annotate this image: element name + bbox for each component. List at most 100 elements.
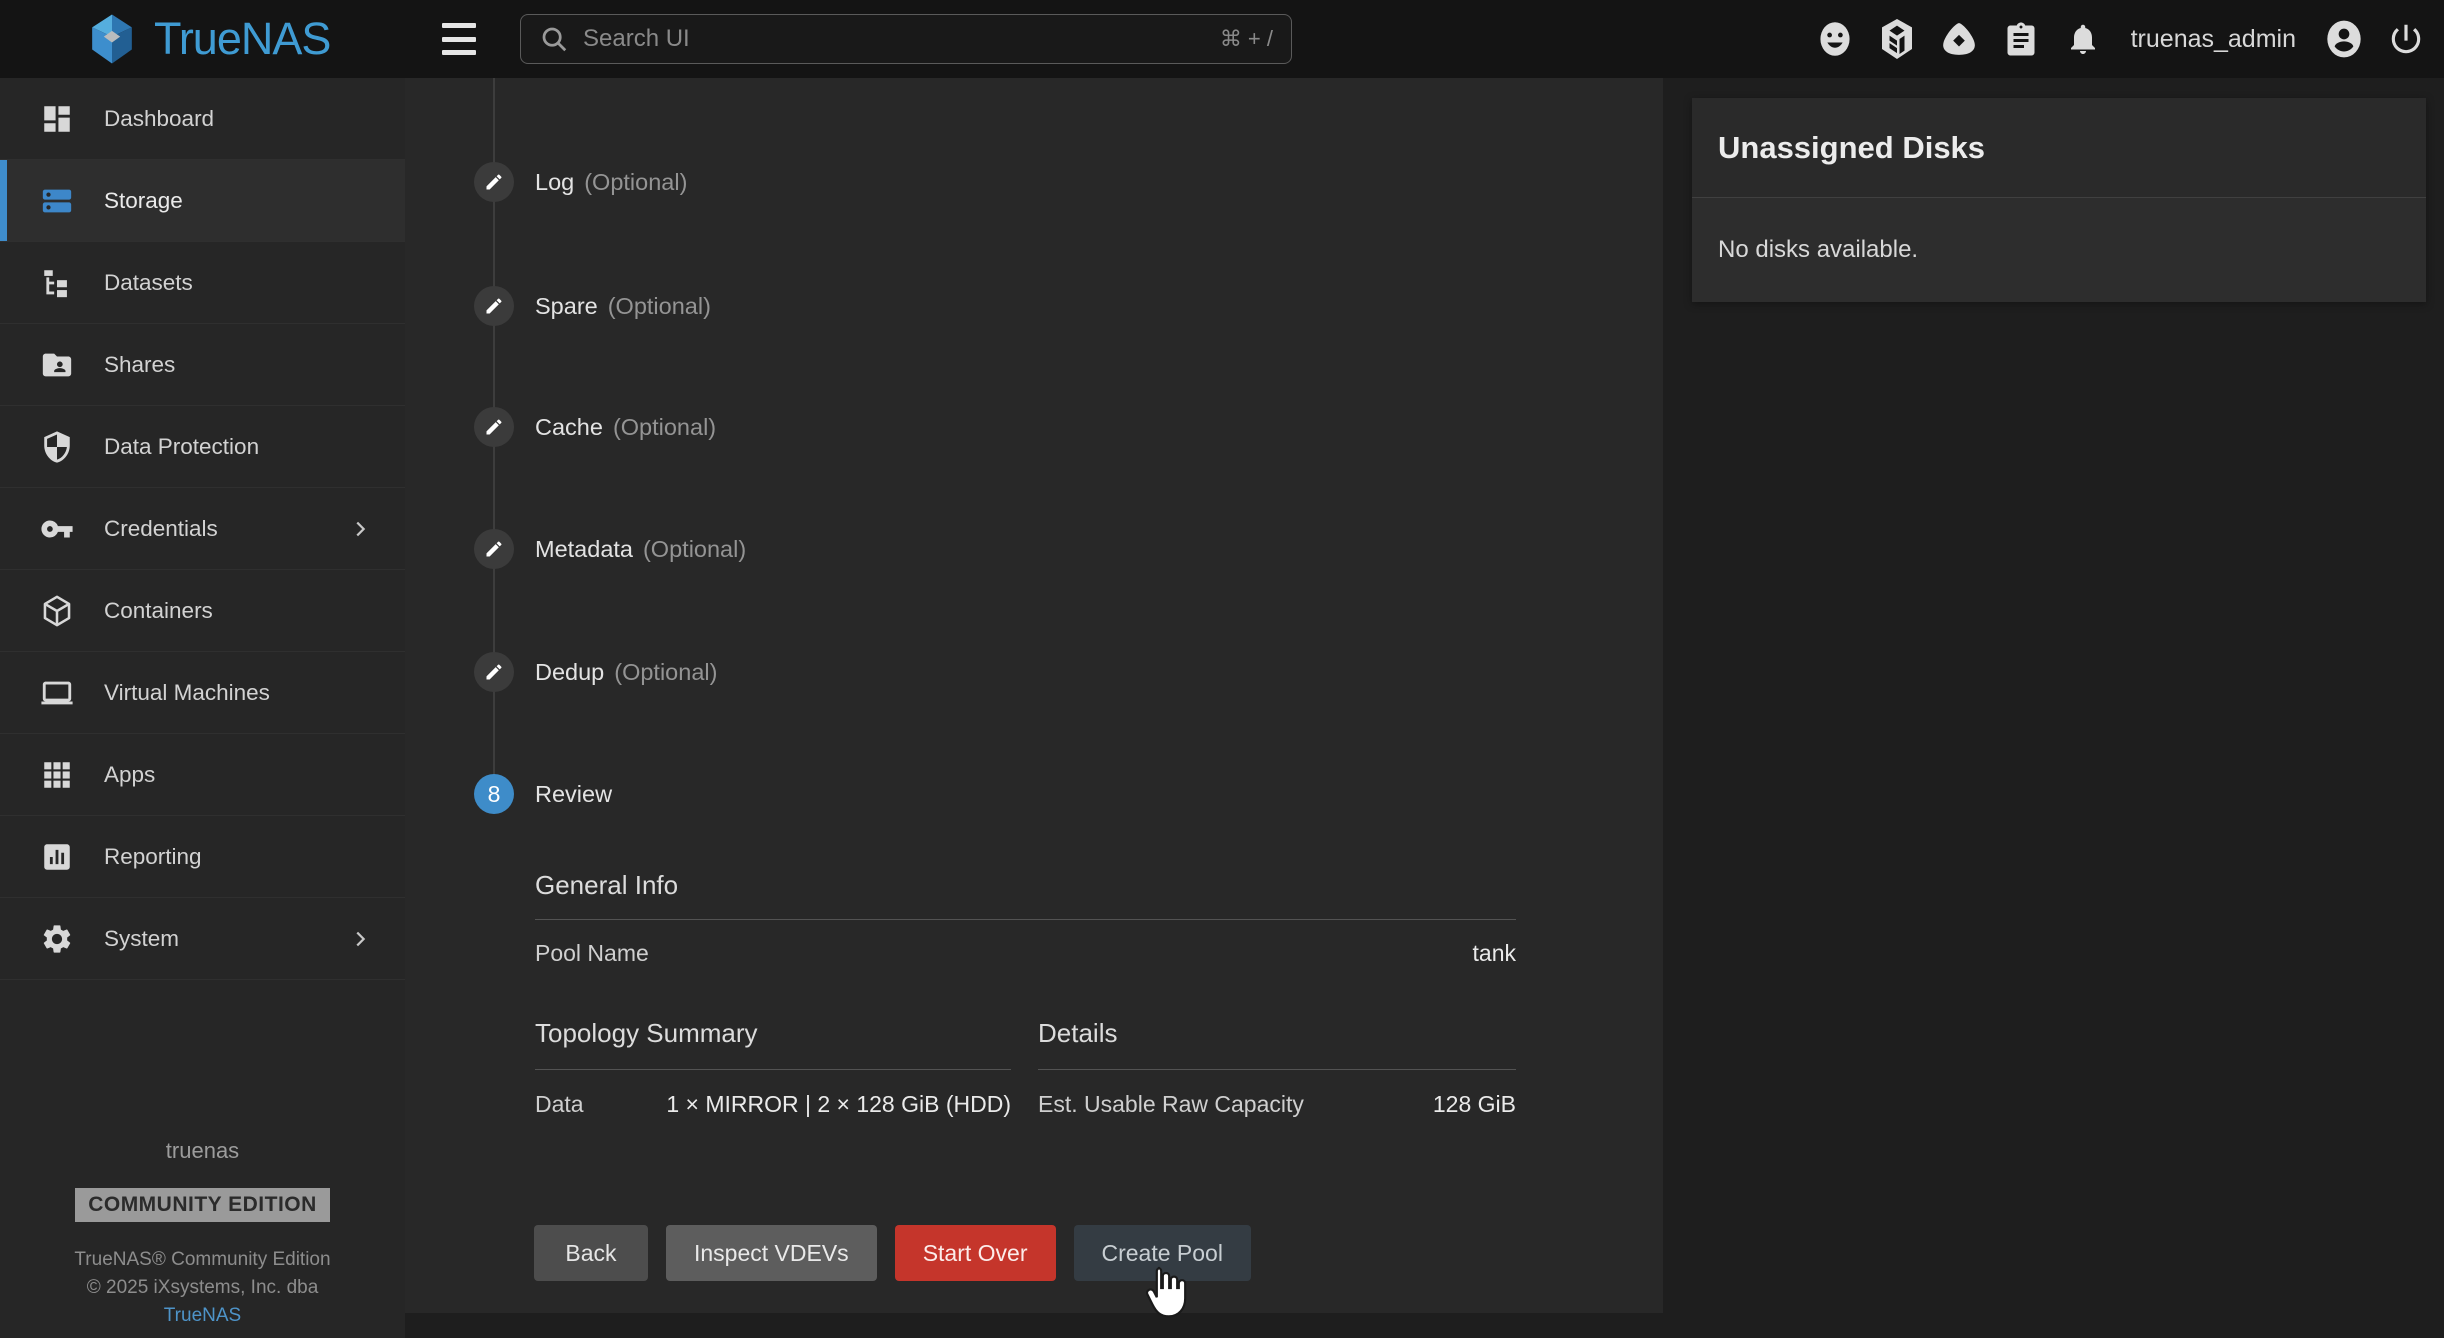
sidebar-item-label: Containers	[104, 598, 213, 624]
general-info-heading: General Info	[535, 870, 678, 901]
search-input[interactable]	[583, 25, 1220, 53]
feedback-smiley-icon[interactable]	[1815, 19, 1855, 59]
pool-creation-wizard: Log(Optional) Spare(Optional) Cache(Opti…	[405, 78, 1663, 1313]
edition-badge: COMMUNITY EDITION	[75, 1188, 330, 1222]
truenas-logo[interactable]: TrueNAS	[84, 0, 330, 78]
sidebar-item-apps[interactable]: Apps	[0, 734, 405, 816]
sidebar-item-label: Virtual Machines	[104, 680, 270, 706]
inspect-vdevs-button[interactable]: Inspect VDEVs	[666, 1225, 877, 1281]
pool-name-row: Pool Name tank	[535, 940, 1516, 967]
chevron-right-icon	[349, 928, 371, 950]
step-label: Spare(Optional)	[535, 293, 711, 320]
sidebar-item-credentials[interactable]: Credentials	[0, 488, 405, 570]
sidebar-item-storage[interactable]: Storage	[0, 160, 405, 242]
sidebar-item-label: Datasets	[104, 270, 193, 296]
shared-folder-icon	[37, 345, 77, 385]
edit-pencil-icon[interactable]	[474, 652, 514, 692]
copyright-text: TrueNAS® Community Edition © 2025 iXsyst…	[0, 1246, 405, 1330]
user-avatar-icon[interactable]	[2324, 19, 2364, 59]
datasets-tree-icon	[37, 263, 77, 303]
topbar: TrueNAS ⌘ + /	[0, 0, 2444, 78]
data-vdev-value: 1 × MIRROR | 2 × 128 GiB (HDD)	[666, 1091, 1011, 1118]
sidebar-nav: Dashboard Storage Datasets	[0, 78, 405, 1338]
copyright-line1: TrueNAS® Community Edition	[0, 1246, 405, 1274]
unassigned-disks-panel: Unassigned Disks No disks available.	[1692, 98, 2426, 302]
apps-grid-icon	[37, 755, 77, 795]
topology-summary-heading: Topology Summary	[535, 1018, 758, 1049]
sidebar-item-virtual-machines[interactable]: Virtual Machines	[0, 652, 405, 734]
sidebar-item-shares[interactable]: Shares	[0, 324, 405, 406]
step-label: Review	[535, 781, 612, 808]
search-shortcut-hint: ⌘ + /	[1220, 26, 1273, 52]
edit-pencil-icon[interactable]	[474, 162, 514, 202]
topology-data-row: Data 1 × MIRROR | 2 × 128 GiB (HDD)	[535, 1091, 1011, 1118]
laptop-icon	[37, 673, 77, 713]
cube-icon	[37, 591, 77, 631]
sidebar-item-datasets[interactable]: Datasets	[0, 242, 405, 324]
sidebar-item-label: Storage	[104, 188, 183, 214]
step-label: Cache(Optional)	[535, 414, 716, 441]
data-vdev-label: Data	[535, 1091, 584, 1118]
bar-chart-icon	[37, 837, 77, 877]
step-label: Log(Optional)	[535, 169, 687, 196]
chevron-right-icon	[349, 518, 371, 540]
sidebar-item-data-protection[interactable]: Data Protection	[0, 406, 405, 488]
topology-divider	[535, 1069, 1011, 1070]
sidebar-item-reporting[interactable]: Reporting	[0, 816, 405, 898]
pool-name-label: Pool Name	[535, 940, 649, 967]
storage-icon	[37, 181, 77, 221]
truenas-footer-link[interactable]: TrueNAS	[0, 1302, 405, 1330]
unassigned-disks-title: Unassigned Disks	[1718, 130, 1985, 166]
no-disks-message: No disks available.	[1718, 236, 1918, 264]
back-button[interactable]: Back	[534, 1225, 648, 1281]
menu-toggle-icon[interactable]	[442, 23, 476, 55]
global-search: ⌘ + /	[520, 14, 1292, 64]
truenas-logo-text: TrueNAS	[154, 13, 330, 65]
sidebar-item-label: Dashboard	[104, 106, 214, 132]
sidebar-item-label: Reporting	[104, 844, 202, 870]
capacity-row: Est. Usable Raw Capacity 128 GiB	[1038, 1091, 1516, 1118]
power-icon[interactable]	[2386, 19, 2426, 59]
edit-pencil-icon[interactable]	[474, 286, 514, 326]
unassigned-disks-body: No disks available.	[1692, 198, 2426, 302]
copyright-line2: © 2025 iXsystems, Inc. dba	[0, 1274, 405, 1302]
sidebar-item-label: Apps	[104, 762, 155, 788]
hostname-label: truenas	[0, 1138, 405, 1164]
truenas-screen: TrueNAS ⌘ + /	[0, 0, 2444, 1338]
step-label: Metadata(Optional)	[535, 536, 746, 563]
sidebar-item-label: System	[104, 926, 179, 952]
step-number-badge[interactable]: 8	[474, 774, 514, 814]
sidebar-item-label: Shares	[104, 352, 175, 378]
details-divider	[1038, 1069, 1516, 1070]
sidebar-footer: truenas COMMUNITY EDITION TrueNAS® Commu…	[0, 1138, 405, 1330]
sidebar-item-dashboard[interactable]: Dashboard	[0, 78, 405, 160]
logged-in-username[interactable]: truenas_admin	[2131, 25, 2296, 54]
dashboard-icon	[37, 99, 77, 139]
general-info-divider	[535, 919, 1516, 920]
truenas-logo-icon	[84, 11, 140, 67]
wizard-actions: Back Inspect VDEVs Start Over Create Poo…	[534, 1225, 1251, 1281]
gear-icon	[37, 919, 77, 959]
unassigned-disks-header: Unassigned Disks	[1692, 98, 2426, 198]
truecommand-cloud-icon[interactable]	[1939, 19, 1979, 59]
ix-systems-icon[interactable]	[1877, 19, 1917, 59]
capacity-label: Est. Usable Raw Capacity	[1038, 1091, 1304, 1118]
notifications-bell-icon[interactable]	[2063, 19, 2103, 59]
details-heading: Details	[1038, 1018, 1117, 1049]
jobs-clipboard-icon[interactable]	[2001, 19, 2041, 59]
sidebar-item-label: Data Protection	[104, 434, 259, 460]
key-icon	[37, 509, 77, 549]
edit-pencil-icon[interactable]	[474, 529, 514, 569]
edit-pencil-icon[interactable]	[474, 407, 514, 447]
create-pool-button[interactable]: Create Pool	[1074, 1225, 1251, 1281]
sidebar-item-label: Credentials	[104, 516, 218, 542]
capacity-value: 128 GiB	[1433, 1091, 1516, 1118]
search-icon	[539, 24, 569, 54]
shield-icon	[37, 427, 77, 467]
start-over-button[interactable]: Start Over	[895, 1225, 1056, 1281]
pool-name-value: tank	[1473, 940, 1516, 967]
sidebar-item-containers[interactable]: Containers	[0, 570, 405, 652]
topbar-actions: truenas_admin	[1815, 0, 2426, 78]
step-label: Dedup(Optional)	[535, 659, 717, 686]
sidebar-item-system[interactable]: System	[0, 898, 405, 980]
